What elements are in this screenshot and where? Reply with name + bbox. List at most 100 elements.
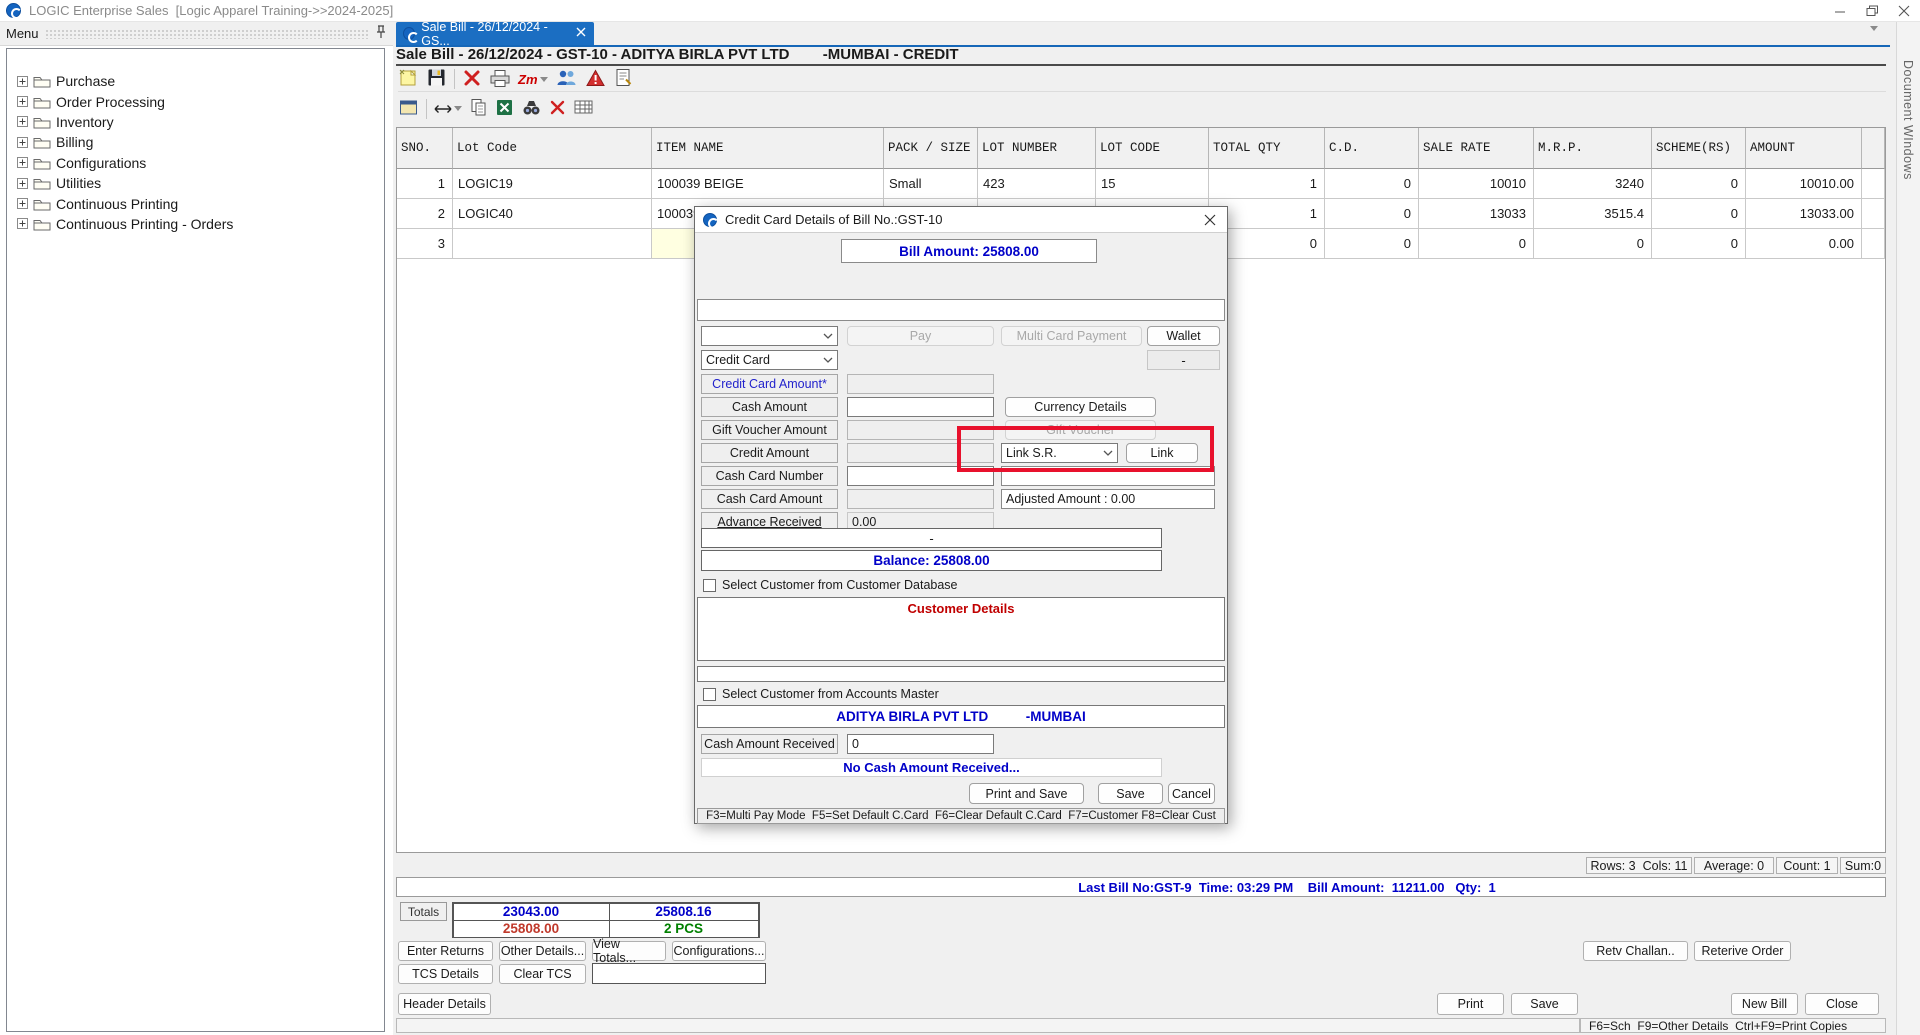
sheet-icon[interactable] bbox=[398, 98, 419, 120]
dialog-titlebar[interactable]: Credit Card Details of Bill No.:GST-10 bbox=[695, 207, 1227, 233]
pin-icon[interactable] bbox=[375, 25, 387, 42]
configurations-button[interactable]: Configurations... bbox=[672, 941, 766, 961]
wallet-button[interactable]: Wallet bbox=[1147, 326, 1220, 346]
save-button[interactable]: Save bbox=[1511, 993, 1578, 1015]
copy-icon[interactable] bbox=[469, 97, 488, 120]
cell-sale-rate[interactable]: 0 bbox=[1419, 229, 1534, 259]
cell-pack-size[interactable]: Small bbox=[884, 169, 978, 199]
delete-icon[interactable] bbox=[462, 68, 482, 91]
cash-amount-input[interactable] bbox=[847, 397, 994, 417]
col-header[interactable]: TOTAL QTY bbox=[1209, 128, 1325, 169]
tab-sale-bill[interactable]: Sale Bill - 26/12/2024 - GS... bbox=[396, 22, 594, 45]
col-header[interactable]: SALE RATE bbox=[1419, 128, 1534, 169]
cell-cd[interactable]: 0 bbox=[1325, 229, 1419, 259]
close-button[interactable]: Close bbox=[1805, 993, 1879, 1015]
expand-icon[interactable] bbox=[17, 76, 28, 87]
cell-lot-number[interactable]: 423 bbox=[978, 169, 1096, 199]
zoom-icon[interactable]: Zm bbox=[518, 72, 548, 87]
print-button[interactable]: Print bbox=[1437, 993, 1504, 1015]
customers-icon[interactable] bbox=[555, 68, 578, 91]
cell-sno[interactable]: 2 bbox=[397, 199, 453, 229]
select-customer-db-label[interactable]: Select Customer from Customer Database bbox=[722, 578, 958, 592]
col-header[interactable]: LOT CODE bbox=[1096, 128, 1209, 169]
cell-cd[interactable]: 0 bbox=[1325, 199, 1419, 229]
find-icon[interactable] bbox=[521, 98, 542, 120]
cell-sale-rate[interactable]: 13033 bbox=[1419, 199, 1534, 229]
dialog-close-icon[interactable] bbox=[1201, 211, 1219, 229]
tree-item-billing[interactable]: Billing bbox=[7, 132, 384, 152]
cell-sale-rate[interactable]: 10010 bbox=[1419, 169, 1534, 199]
cell-scheme[interactable]: 0 bbox=[1652, 199, 1746, 229]
tree-item-order-processing[interactable]: Order Processing bbox=[7, 91, 384, 111]
zoom-dropdown-icon[interactable] bbox=[540, 77, 548, 82]
col-header[interactable]: AMOUNT bbox=[1746, 128, 1862, 169]
cell-lot-code[interactable]: LOGIC40 bbox=[453, 199, 652, 229]
expand-icon[interactable] bbox=[17, 137, 28, 148]
save-icon[interactable] bbox=[426, 67, 447, 91]
payment-mode-select[interactable]: Credit Card bbox=[701, 350, 838, 370]
cell-item-name[interactable]: 100039 BEIGE bbox=[652, 169, 884, 199]
expand-icon[interactable] bbox=[17, 116, 28, 127]
cell-mrp[interactable]: 0 bbox=[1534, 229, 1652, 259]
link-sr-select[interactable]: Link S.R. bbox=[1001, 443, 1118, 463]
expand-icon[interactable] bbox=[17, 218, 28, 229]
cell-sno[interactable]: 1 bbox=[397, 169, 453, 199]
link-button[interactable]: Link bbox=[1126, 443, 1198, 463]
select-customer-accounts-label[interactable]: Select Customer from Accounts Master bbox=[722, 687, 939, 701]
select-customer-accounts-checkbox[interactable] bbox=[703, 688, 716, 701]
clear-tcs-button[interactable]: Clear TCS bbox=[499, 964, 586, 984]
reterive-order-button[interactable]: Reterive Order bbox=[1694, 941, 1791, 961]
tcs-details-button[interactable]: TCS Details bbox=[398, 964, 493, 984]
document-windows-strip[interactable]: Document WIndows bbox=[1896, 22, 1920, 1035]
col-header[interactable]: SCHEME(RS) bbox=[1652, 128, 1746, 169]
tree-item-inventory[interactable]: Inventory bbox=[7, 112, 384, 132]
tree-item-purchase[interactable]: Purchase bbox=[7, 71, 384, 91]
cell-mrp[interactable]: 3515.4 bbox=[1534, 199, 1652, 229]
dialog-save-button[interactable]: Save bbox=[1098, 783, 1163, 804]
expand-icon[interactable] bbox=[17, 178, 28, 189]
col-header[interactable]: ITEM NAME bbox=[652, 128, 884, 169]
minimize-button[interactable] bbox=[1824, 0, 1856, 22]
cell-scheme[interactable]: 0 bbox=[1652, 229, 1746, 259]
tree-item-continuous-printing-orders[interactable]: Continuous Printing - Orders bbox=[7, 214, 384, 234]
dialog-cancel-button[interactable]: Cancel bbox=[1168, 783, 1215, 804]
new-bill-icon[interactable] bbox=[398, 67, 419, 91]
cell-total-qty[interactable]: 1 bbox=[1209, 169, 1325, 199]
enter-returns-button[interactable]: Enter Returns bbox=[398, 941, 493, 961]
tree-item-utilities[interactable]: Utilities bbox=[7, 173, 384, 193]
cell-lot-code2[interactable]: 15 bbox=[1096, 169, 1209, 199]
notes-icon[interactable] bbox=[613, 67, 634, 91]
cell-amount[interactable]: 0.00 bbox=[1746, 229, 1862, 259]
alert-icon[interactable] bbox=[585, 68, 606, 91]
col-header[interactable]: LOT NUMBER bbox=[978, 128, 1096, 169]
restore-button[interactable] bbox=[1856, 0, 1888, 22]
cell-lot-code[interactable]: LOGIC19 bbox=[453, 169, 652, 199]
cell-mrp[interactable]: 3240 bbox=[1534, 169, 1652, 199]
tab-close-icon[interactable] bbox=[575, 26, 587, 41]
card-type-select[interactable] bbox=[701, 326, 838, 346]
cash-amount-received-input[interactable]: 0 bbox=[847, 734, 994, 754]
select-customer-db-checkbox[interactable] bbox=[703, 579, 716, 592]
print-and-save-button[interactable]: Print and Save bbox=[969, 783, 1084, 804]
cell-lot-code[interactable] bbox=[453, 229, 652, 259]
header-details-button[interactable]: Header Details bbox=[398, 993, 491, 1015]
retv-challan-button[interactable]: Retv Challan.. bbox=[1583, 941, 1688, 961]
currency-details-button[interactable]: Currency Details bbox=[1005, 397, 1156, 417]
tree-item-configurations[interactable]: Configurations bbox=[7, 153, 384, 173]
tab-list-dropdown-icon[interactable] bbox=[1870, 31, 1878, 46]
col-header[interactable]: C.D. bbox=[1325, 128, 1419, 169]
clear-icon[interactable] bbox=[549, 99, 566, 119]
expand-icon[interactable] bbox=[17, 157, 28, 168]
col-header[interactable]: M.R.P. bbox=[1534, 128, 1652, 169]
view-totals-button[interactable]: View Totals... bbox=[592, 941, 666, 961]
expand-icon[interactable] bbox=[17, 96, 28, 107]
cell-sno[interactable]: 3 bbox=[397, 229, 453, 259]
expand-icon[interactable] bbox=[17, 198, 28, 209]
col-header[interactable]: Lot Code bbox=[453, 128, 652, 169]
col-header[interactable]: SNO. bbox=[397, 128, 453, 169]
export-excel-icon[interactable] bbox=[495, 98, 514, 120]
print-icon[interactable] bbox=[489, 68, 511, 91]
new-bill-button[interactable]: New Bill bbox=[1731, 993, 1798, 1015]
column-resize-icon[interactable] bbox=[434, 102, 462, 116]
tcs-value-input[interactable] bbox=[592, 963, 766, 984]
